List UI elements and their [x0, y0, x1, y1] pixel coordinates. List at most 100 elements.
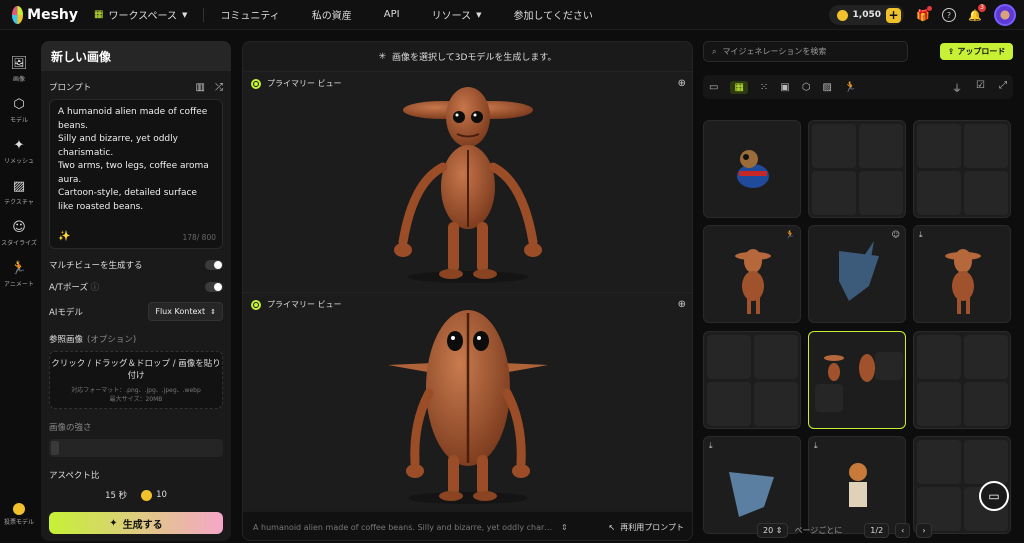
multiview-toggle[interactable] — [205, 260, 223, 270]
search-input[interactable]: ⌕ マイジェネレーションを検索 — [703, 41, 908, 62]
aspect-label: アスペクト比 — [49, 471, 100, 481]
strength-header: 画像の強さ — [41, 421, 231, 433]
generation-card[interactable] — [808, 120, 906, 218]
nav-api[interactable]: API — [368, 0, 416, 30]
texture-filter-icon[interactable]: ▨ — [822, 82, 831, 93]
strength-label: 画像の強さ — [49, 423, 92, 433]
thumb — [964, 124, 1008, 168]
thumb — [917, 382, 961, 426]
dropzone-formats: 対応フォーマット：.png、.jpg、.jpeg、.webp — [71, 387, 201, 394]
prompt-text[interactable]: A humanoid alien made of coffee beans. S… — [58, 106, 214, 214]
add-credits-button[interactable]: + — [886, 7, 901, 23]
nav-workspace[interactable]: ▦ ワークスペース ▼ — [78, 0, 203, 30]
prompt-input[interactable]: A humanoid alien made of coffee beans. S… — [49, 99, 223, 249]
ai-model-select[interactable]: Flux Kontext ⇕ — [148, 302, 223, 321]
folder-icon[interactable]: ▭ — [709, 82, 718, 93]
slider-handle[interactable] — [51, 441, 59, 455]
animate-filter-icon[interactable]: 🏃 — [844, 82, 856, 93]
generate-button[interactable]: ✦ 生成する — [49, 512, 223, 534]
remesh-icon: ✦ — [13, 138, 25, 153]
reference-optional: (オプション) — [87, 335, 137, 345]
rail-item-stylize[interactable]: ☺ スタイライズ — [0, 220, 38, 247]
aspect-header: アスペクト比 — [41, 469, 231, 481]
generation-card[interactable] — [913, 331, 1011, 429]
download-icon: ⤓ — [814, 441, 818, 450]
thumb — [707, 335, 751, 379]
credit-cost-value: 10 — [156, 490, 167, 500]
generation-card[interactable]: 🏃 — [703, 225, 801, 323]
multiview-row: マルチビューを生成する — [41, 259, 231, 271]
reuse-prompt-button[interactable]: ↖ 再利用プロンプト — [609, 522, 684, 533]
generation-card[interactable] — [913, 120, 1011, 218]
rail-item-label: アニメート — [4, 281, 34, 288]
chevron-updown-icon: ⇕ — [210, 307, 216, 316]
generation-panel: 新しい画像 プロンプト ▥ ⤮ A humanoid alien made of… — [41, 41, 231, 541]
dots-grid-icon[interactable]: ⁙ — [760, 82, 768, 93]
filter-icon[interactable]: ⏚ — [952, 80, 962, 95]
nav-assets[interactable]: 私の資産 — [296, 0, 368, 30]
shuffle-icon[interactable]: ⤮ — [215, 82, 223, 93]
fullscreen-icon[interactable]: ⤢ — [999, 80, 1007, 95]
apose-toggle[interactable] — [205, 282, 223, 292]
page-indicator[interactable]: 1/2 — [864, 522, 890, 538]
logo[interactable]: Meshy — [12, 5, 78, 24]
expand-icon[interactable]: ⇕ — [561, 523, 568, 532]
bell-icon[interactable]: 🔔 3 — [968, 4, 986, 22]
gift-icon[interactable]: 🎁 — [916, 6, 932, 22]
rail-item-label: リメッシュ — [3, 158, 34, 165]
prompt-bar: A humanoid alien made of coffee beans. S… — [243, 512, 692, 540]
strength-slider[interactable] — [49, 439, 223, 457]
image-placeholder-icon — [875, 352, 903, 380]
rail-item-model[interactable]: ⬡ モデル — [0, 97, 38, 124]
per-page-select[interactable]: 20 ⇕ — [757, 522, 789, 538]
avatar[interactable] — [994, 4, 1016, 26]
thumb — [812, 124, 856, 168]
generation-card[interactable]: ☺ — [808, 225, 906, 323]
coffee-alien-thumb — [735, 249, 771, 314]
rail-item-image[interactable]: 🖼 画像 — [0, 56, 38, 83]
library-icon[interactable]: ▥ — [196, 82, 205, 93]
texture-icon: ▨ — [12, 179, 26, 194]
rail-item-animate[interactable]: 🏃 アニメート — [0, 261, 38, 288]
info-icon[interactable]: ⓘ — [91, 283, 100, 293]
next-page-button[interactable]: › — [916, 522, 932, 538]
rail-item-texture[interactable]: ▨ テクスチャ — [0, 179, 38, 206]
rail-vote-model[interactable]: 投票モデル — [0, 503, 38, 526]
rail-item-label: 画像 — [12, 76, 25, 83]
image-filter-icon[interactable]: ▣ — [780, 82, 789, 93]
upload-icon: ⇪ — [947, 47, 955, 56]
generation-cost: 15 秒 10 — [41, 489, 231, 501]
help-icon[interactable]: ? — [942, 8, 956, 22]
primary-view-2[interactable]: プライマリー ビュー ⊕ — [243, 292, 692, 511]
generate-label: 生成する — [122, 519, 163, 531]
primary-view-1[interactable]: プライマリー ビュー ⊕ — [243, 72, 692, 291]
chat-icon[interactable]: ▭ — [979, 481, 1009, 511]
nav-join[interactable]: 参加してください — [497, 0, 608, 30]
apose-label-wrap: A/Tポーズ ⓘ — [49, 281, 99, 293]
main-nav: ▦ ワークスペース ▼ コミュニティ 私の資産 API リソース ▼ 参加してく… — [78, 0, 609, 30]
upload-button[interactable]: ⇪ アップロード — [940, 43, 1013, 60]
cube-filter-icon[interactable]: ⬡ — [802, 82, 811, 93]
used-prompt: A humanoid alien made of coffee beans. S… — [253, 522, 553, 532]
nav-resources[interactable]: リソース ▼ — [416, 0, 498, 30]
magic-wand-icon[interactable]: ✨ — [58, 231, 70, 242]
generation-card[interactable]: ⤓ — [913, 225, 1011, 323]
search-icon: ⌕ — [712, 46, 717, 56]
grid-view-icon[interactable]: ▦ — [730, 80, 748, 94]
thumb — [707, 382, 751, 426]
thumb — [964, 171, 1008, 215]
nav-community[interactable]: コミュニティ — [204, 0, 295, 30]
rail-item-label: スタイライズ — [1, 240, 37, 247]
rail-item-remesh[interactable]: ✦ リメッシュ — [0, 138, 38, 165]
generation-card-selected[interactable] — [808, 331, 906, 429]
select-icon[interactable]: ☑ — [976, 80, 985, 95]
reference-dropzone[interactable]: クリック / ドラッグ＆ドロップ / 画像を貼り付け 対応フォーマット：.png… — [49, 351, 223, 409]
prev-page-button[interactable]: ‹ — [895, 522, 911, 538]
credits-display[interactable]: 1,050 + — [828, 5, 904, 25]
coffee-alien-figure-2 — [388, 310, 548, 504]
rail-item-label: モデル — [9, 117, 28, 124]
generation-card[interactable] — [703, 120, 801, 218]
generation-card[interactable] — [703, 331, 801, 429]
apose-label: A/Tポーズ — [49, 283, 88, 293]
preview-header-text: 画像を選択して3Dモデルを生成します。 — [392, 53, 557, 63]
